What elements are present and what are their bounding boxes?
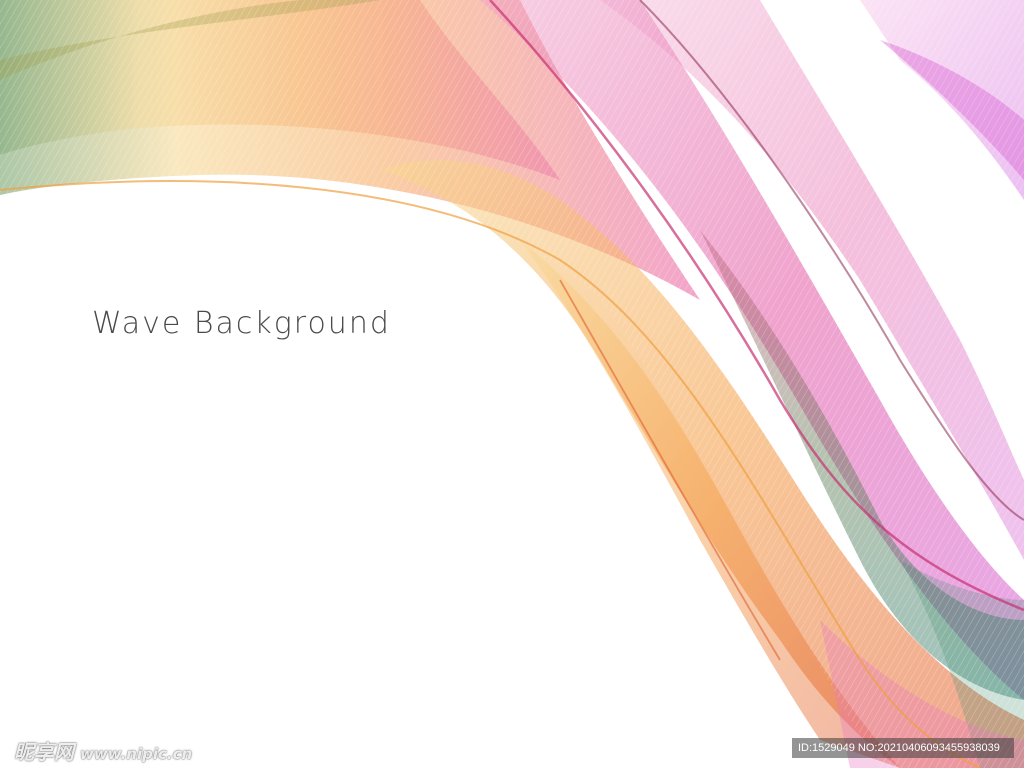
watermark-logo-text: 昵享网 <box>14 740 74 764</box>
wave-background-canvas: Wave Background 昵享网 www.nipic.cn ID:1529… <box>0 0 1024 768</box>
watermark-url: www.nipic.cn <box>80 745 193 763</box>
watermark-id-strip: ID:1529049 NO:20210406093455938039 <box>792 738 1014 758</box>
watermark-logo: 昵享网 www.nipic.cn <box>14 736 192 765</box>
headline-title: Wave Background <box>92 306 391 341</box>
wave-graphic <box>0 0 1024 768</box>
